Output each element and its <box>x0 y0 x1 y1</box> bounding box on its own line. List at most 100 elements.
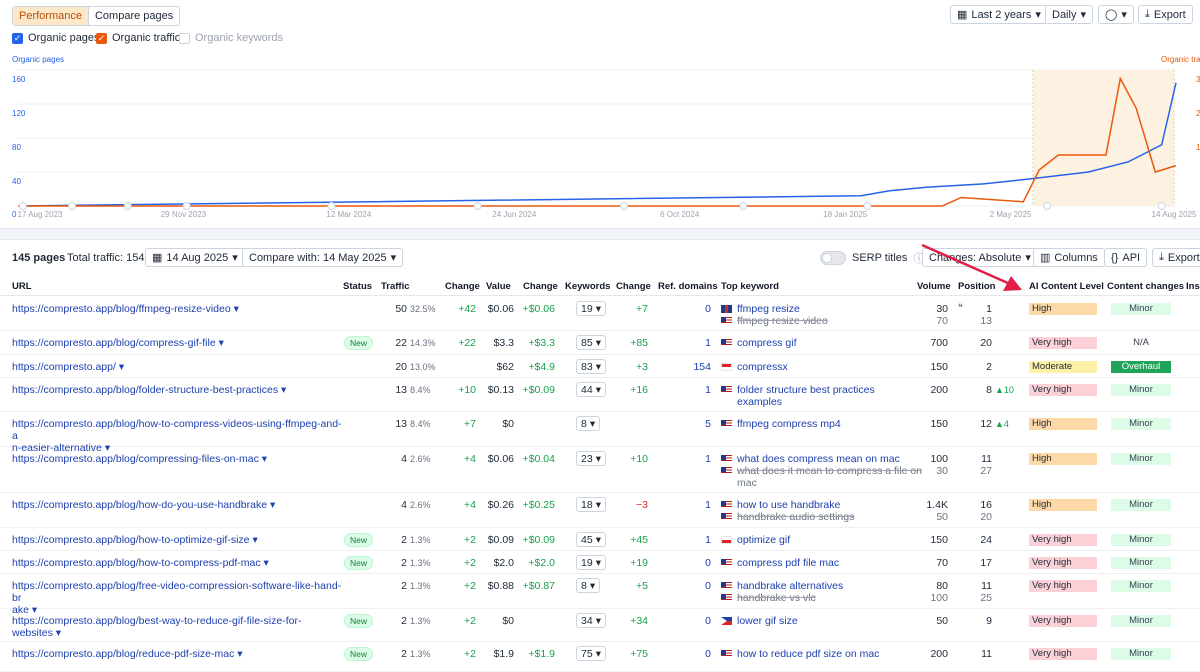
value: $0.06 <box>487 453 514 465</box>
keywords-dropdown[interactable]: 34 ▾ <box>576 613 606 628</box>
ref-domains-link[interactable]: 0 <box>670 557 711 569</box>
traffic-change: +2 <box>464 615 476 627</box>
col-inspect[interactable]: Insp <box>1186 281 1200 292</box>
chevron-down-icon[interactable]: ▾ <box>234 303 239 315</box>
keywords-dropdown[interactable]: 45 ▾ <box>576 532 606 547</box>
ref-domains-link[interactable]: 5 <box>670 418 711 430</box>
top-keyword-link[interactable]: how to reduce pdf size on mac <box>737 648 879 660</box>
keywords-dropdown[interactable]: 75 ▾ <box>576 646 606 661</box>
toggle-switch[interactable] <box>820 250 846 265</box>
x-tick: 12 Mar 2024 <box>326 210 372 219</box>
keywords-dropdown[interactable]: 83 ▾ <box>576 359 606 374</box>
url-link[interactable]: https://compresto.app/ ▾ <box>12 361 342 373</box>
top-keyword-link[interactable]: compressx <box>737 361 788 373</box>
top-keyword-link-cont[interactable]: examples <box>737 396 782 408</box>
col-traffic[interactable]: Traffic <box>381 281 410 292</box>
checkbox-organic-pages[interactable]: ✓ Organic pages <box>12 32 100 44</box>
chevron-down-icon[interactable]: ▾ <box>252 534 257 546</box>
checkbox-organic-traffic[interactable]: ✓ Organic traffic <box>96 32 180 44</box>
chevron-down-icon[interactable]: ▾ <box>262 453 267 465</box>
ref-domains-link[interactable]: 0 <box>670 648 711 660</box>
col-position[interactable]: Position <box>958 281 995 292</box>
keywords-dropdown[interactable]: 23 ▾ <box>576 451 606 466</box>
col-top-keyword[interactable]: Top keyword <box>721 281 779 292</box>
chevron-down-icon[interactable]: ▾ <box>119 361 124 373</box>
top-keyword-link[interactable]: compress gif <box>737 337 797 349</box>
compare-with-select[interactable]: Compare with: 14 May 2025 ▾ <box>242 248 404 267</box>
keywords-dropdown[interactable]: 19 ▾ <box>576 301 606 316</box>
top-keyword-link[interactable]: optimize gif <box>737 534 790 546</box>
chevron-down-icon[interactable]: ▾ <box>281 384 286 396</box>
date-range-select[interactable]: ▦ Last 2 years ▾ <box>950 5 1048 24</box>
tab-performance[interactable]: Performance <box>13 7 89 25</box>
chevron-down-icon[interactable]: ▾ <box>56 627 61 639</box>
top-keyword-link[interactable]: ffmpeg compress mp4 <box>737 418 841 430</box>
col-ref-domains[interactable]: Ref. domains <box>658 281 718 292</box>
url-link[interactable]: https://compresto.app/blog/reduce-pdf-si… <box>12 648 342 660</box>
keywords-dropdown[interactable]: 19 ▾ <box>576 555 606 570</box>
top-keyword-link[interactable]: lower gif size <box>737 615 798 627</box>
col-change[interactable]: Change <box>445 281 480 292</box>
table-export-button[interactable]: ⤓ Export <box>1152 248 1200 267</box>
url-link[interactable]: https://compresto.app/blog/how-to-optimi… <box>12 534 342 546</box>
col-value[interactable]: Value <box>486 281 511 292</box>
ref-domains-link[interactable]: 1 <box>670 499 711 511</box>
top-keyword-link[interactable]: compress pdf file mac <box>737 557 839 569</box>
traffic-percent: 14.3% <box>410 338 436 348</box>
serp-titles-toggle[interactable]: SERP titles ⓘ <box>820 248 924 267</box>
ref-domains-link[interactable]: 0 <box>670 615 711 627</box>
keywords-dropdown[interactable]: 85 ▾ <box>576 335 606 350</box>
keywords-dropdown[interactable]: 8 ▾ <box>576 578 601 593</box>
col-url[interactable]: URL <box>12 281 32 292</box>
url-link[interactable]: https://compresto.app/blog/best-way-to-r… <box>12 615 342 639</box>
ref-domains-link[interactable]: 1 <box>670 337 711 349</box>
url-link[interactable]: https://compresto.app/blog/folder-struct… <box>12 384 342 396</box>
country-flag-icon <box>721 582 732 590</box>
annotations-button[interactable]: ◯ ▾ <box>1098 5 1134 24</box>
keywords-dropdown[interactable]: 44 ▾ <box>576 382 606 397</box>
chevron-down-icon: ▾ <box>390 252 397 264</box>
traffic-percent: 13.0% <box>410 362 436 372</box>
columns-button[interactable]: ▥ Columns <box>1033 248 1105 267</box>
chevron-down-icon[interactable]: ▾ <box>270 499 275 511</box>
chevron-down-icon[interactable]: ▾ <box>237 648 242 660</box>
top-keyword-link[interactable]: how to use handbrake <box>737 499 840 511</box>
url-link[interactable]: https://compresto.app/blog/ffmpeg-resize… <box>12 303 342 315</box>
url-link[interactable]: https://compresto.app/blog/compress-gif-… <box>12 337 342 349</box>
ref-domains-link[interactable]: 154 <box>670 361 711 373</box>
top-keyword-link[interactable]: folder structure best practices <box>737 384 875 396</box>
ai-content-level-badge: High <box>1029 303 1097 315</box>
top-keyword-link[interactable]: handbrake alternatives <box>737 580 843 592</box>
position: 11 <box>981 453 992 465</box>
traffic-change: +4 <box>464 499 476 511</box>
url-link[interactable]: https://compresto.app/blog/how-do-you-us… <box>12 499 342 511</box>
keywords-dropdown[interactable]: 18 ▾ <box>576 497 606 512</box>
date-picker[interactable]: ▦ 14 Aug 2025 ▾ <box>145 248 245 267</box>
ref-domains-link[interactable]: 0 <box>670 580 711 592</box>
top-keyword-link[interactable]: ffmpeg resize <box>737 303 800 315</box>
checkbox-organic-keywords[interactable]: Organic keywords <box>179 32 283 44</box>
columns-icon: ▥ <box>1040 252 1051 264</box>
url-link[interactable]: https://compresto.app/blog/how-to-compre… <box>12 557 342 569</box>
col-status[interactable]: Status <box>343 281 372 292</box>
ref-domains-link[interactable]: 1 <box>670 534 711 546</box>
tab-compare-pages[interactable]: Compare pages <box>89 7 179 25</box>
top-keyword-link[interactable]: what does compress mean on mac <box>737 453 900 465</box>
col-keywords[interactable]: Keywords <box>565 281 610 292</box>
changes-select[interactable]: Changes: Absolute ▾ <box>922 248 1038 267</box>
export-button[interactable]: ⤓ Export <box>1138 5 1193 24</box>
api-button[interactable]: {} API <box>1104 248 1148 267</box>
chevron-down-icon[interactable]: ▾ <box>264 557 269 569</box>
ref-domains-link[interactable]: 0 <box>670 303 711 315</box>
col-volume[interactable]: Volume <box>917 281 951 292</box>
col-keywords-change[interactable]: Change <box>616 281 651 292</box>
ref-domains-link[interactable]: 1 <box>670 453 711 465</box>
url-link[interactable]: https://compresto.app/blog/compressing-f… <box>12 453 342 465</box>
col-value-change[interactable]: Change <box>523 281 558 292</box>
ref-domains-link[interactable]: 1 <box>670 384 711 396</box>
chevron-down-icon[interactable]: ▾ <box>219 337 224 349</box>
col-ai-content-level[interactable]: AI Content Level <box>1029 281 1104 292</box>
col-content-changes[interactable]: Content changes <box>1107 281 1184 292</box>
keywords-dropdown[interactable]: 8 ▾ <box>576 416 601 431</box>
interval-select[interactable]: Daily ▾ <box>1045 5 1093 24</box>
